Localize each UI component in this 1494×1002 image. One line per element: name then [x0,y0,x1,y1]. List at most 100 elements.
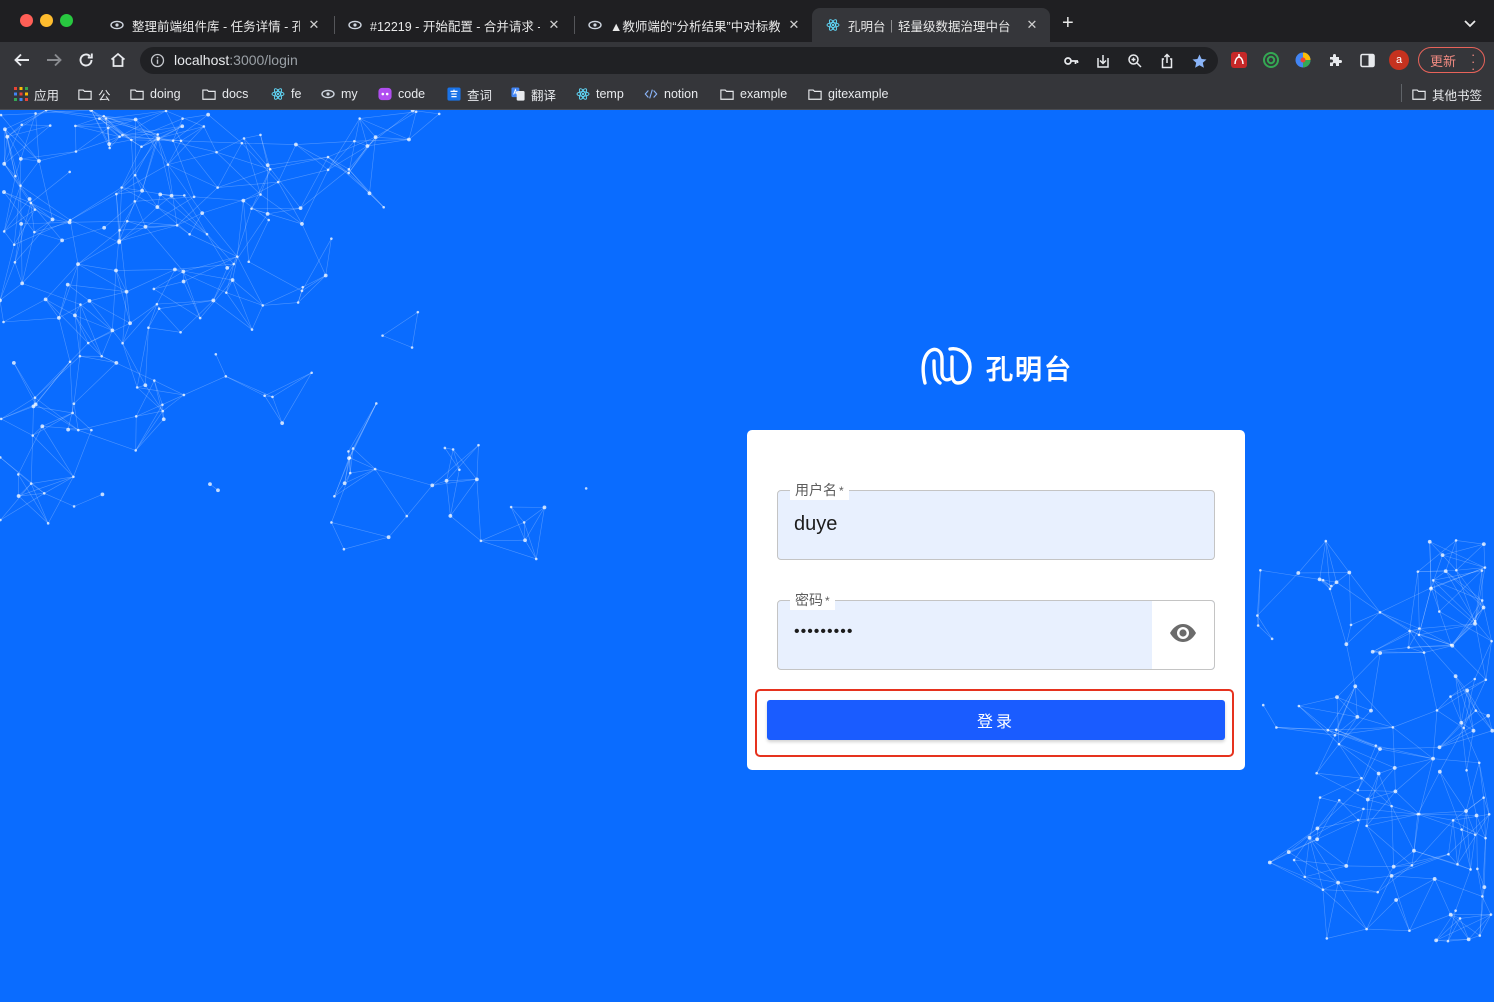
network-link [1439,771,1462,830]
network-link [1346,612,1381,645]
network-node [1286,850,1291,854]
react-icon [826,18,840,32]
tab-close-icon[interactable]: ✕ [1024,17,1040,33]
network-node [1376,890,1380,894]
network-link [243,200,269,221]
network-node [1369,708,1373,713]
network-node [16,494,21,498]
extension-green-ring-icon[interactable] [1262,51,1280,69]
network-link [213,267,228,301]
login-page: 孔明台 用户名 * duye 密码 * ••••••••• 登录 [0,110,1494,1002]
browser-tab-active[interactable]: 孔明台｜轻量级数据治理中台 ✕ [812,8,1050,42]
bookmark-item[interactable]: 翻译 [511,84,556,104]
network-node [348,456,352,460]
network-node [29,482,33,485]
network-node [206,112,211,117]
network-node [1489,913,1493,916]
reload-button[interactable] [76,50,96,70]
network-node [44,110,48,112]
network-link [226,292,253,330]
share-icon[interactable] [1158,52,1176,70]
home-button[interactable] [108,50,128,70]
network-link [202,194,261,214]
browser-tab[interactable]: #12219 - 开始配置 - 合并请求 - ✕ [334,8,572,42]
network-link [215,354,227,377]
network-link [73,362,117,404]
bookmark-item[interactable]: fe [271,84,301,104]
bookmark-star-icon[interactable] [1190,52,1208,70]
other-bookmarks-folder[interactable]: 其他书签 [1412,84,1482,104]
tab-search-chevron-icon[interactable] [1463,16,1477,34]
window-close-button[interactable] [20,14,33,27]
profile-avatar[interactable]: a [1389,50,1409,70]
browser-toolbar: localhost:3000/login [0,42,1494,78]
network-node [1453,674,1458,679]
network-link [476,479,482,541]
network-link [3,231,15,245]
browser-tab[interactable]: ▲教师端的“分析结果”中对标教研 ✕ [574,8,812,42]
extension-color-icon[interactable] [1294,51,1312,69]
network-node [134,415,138,418]
tab-close-icon[interactable]: ✕ [306,17,322,33]
bookmark-folder[interactable]: doing [130,84,181,104]
update-browser-button[interactable]: 更新 · · · [1418,47,1485,75]
network-link [70,219,120,243]
tab-close-icon[interactable]: ✕ [546,17,562,33]
new-tab-button[interactable]: + [1062,13,1074,33]
side-panel-icon[interactable] [1358,51,1376,69]
network-node [1357,818,1360,822]
bookmark-item[interactable]: 查词 [447,84,492,104]
username-field[interactable]: 用户名 * duye [777,481,1215,560]
install-app-icon[interactable] [1094,52,1112,70]
username-input[interactable]: duye [794,513,837,536]
network-link [1350,612,1381,626]
address-bar[interactable]: localhost:3000/login [140,47,1218,74]
network-node [1318,796,1322,799]
network-node [235,255,239,258]
window-minimize-button[interactable] [40,14,53,27]
network-node [263,394,266,398]
network-link [1379,748,1434,759]
network-node [120,186,123,189]
network-link [1372,647,1409,653]
network-link [154,380,165,420]
bookmark-folder[interactable]: example [720,84,787,104]
network-link [352,403,377,449]
window-zoom-button[interactable] [60,14,73,27]
network-link [3,299,46,323]
network-link [1392,727,1396,768]
back-button[interactable] [12,50,32,70]
bookmark-item[interactable]: code [378,84,425,104]
tab-close-icon[interactable]: ✕ [786,17,802,33]
key-icon[interactable] [1062,52,1080,70]
network-node [121,341,124,345]
toggle-password-visibility-button[interactable] [1152,601,1214,669]
login-button[interactable]: 登录 [767,700,1225,740]
bookmark-folder[interactable]: docs [202,84,248,104]
network-link [267,164,301,209]
bookmark-folder[interactable]: gitexample [808,84,888,104]
network-link [87,342,102,357]
network-node [347,450,350,453]
bookmark-item[interactable]: 应用 [14,84,59,104]
bookmarks-bar: 应用 公 doing docs fe my code 查词 翻译 temp no… [0,78,1494,110]
network-node [1478,934,1482,937]
bookmark-item[interactable]: temp [576,84,624,104]
browser-tab[interactable]: 整理前端组件库 - 任务详情 - 孔明台 ✕ [96,8,332,42]
network-link [101,355,117,364]
bookmark-item[interactable]: notion [644,84,698,104]
bookmark-folder[interactable]: 公 [78,84,111,104]
network-link [349,457,376,470]
extension-red-icon[interactable] [1230,51,1248,69]
zoom-icon[interactable] [1126,52,1144,70]
bookmark-item[interactable]: my [321,84,358,104]
site-info-icon[interactable] [150,53,165,73]
extensions-puzzle-icon[interactable] [1326,51,1344,69]
more-menu-icon[interactable]: · · · [1471,48,1475,75]
password-input[interactable]: ••••••••• [794,623,853,641]
network-link [89,291,127,302]
network-link [58,284,69,318]
forward-button[interactable] [44,50,64,70]
password-field[interactable]: 密码 * ••••••••• [777,591,1215,670]
network-link [20,223,23,284]
